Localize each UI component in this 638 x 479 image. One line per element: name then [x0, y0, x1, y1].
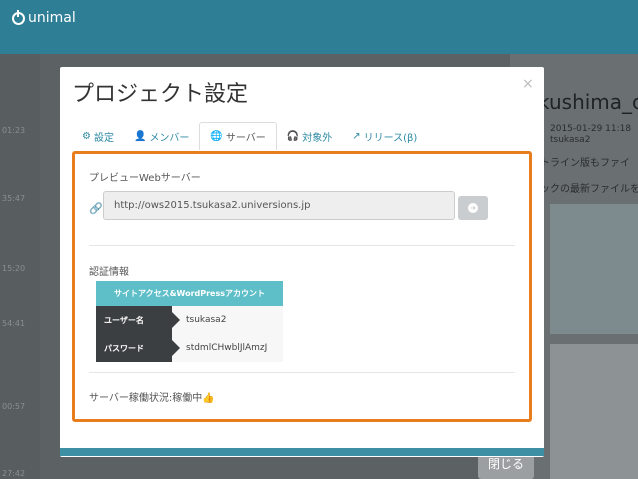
open-url-button[interactable]: ➜: [458, 196, 488, 220]
preview-url-field[interactable]: [103, 191, 455, 220]
tab-server[interactable]: 🌐 サーバー: [199, 122, 277, 150]
logo-text: unimal: [28, 10, 76, 26]
top-bar: unimal: [0, 0, 638, 54]
auth-key: ユーザー名: [96, 306, 180, 334]
bg-thumbnail: [550, 204, 638, 334]
arrow-right-icon: ➜: [468, 203, 478, 213]
tab-label: リリース(β): [363, 132, 418, 144]
external-link-icon: ↗: [352, 130, 361, 142]
tab-label: 設定: [93, 132, 114, 144]
bg-line: トライン版もファイ: [540, 158, 630, 169]
headphones-icon: 🎧: [286, 130, 300, 142]
bg-date: 2015-01-29 11:18: [550, 124, 632, 134]
tab-excluded[interactable]: 🎧 対象外: [277, 122, 342, 150]
thumbs-up-icon: 👍: [202, 393, 215, 404]
user-icon: 👤: [133, 130, 147, 142]
settings-tabs: ⚙ 設定 👤 メンバー 🌐 サーバー 🎧 対象外 ↗ リリース(β): [72, 122, 427, 150]
close-icon[interactable]: ×: [522, 76, 534, 92]
server-status: サーバー稼働状況:稼働中👍: [89, 389, 215, 404]
power-icon: [12, 9, 25, 25]
bg-project-title: kushima_c: [538, 90, 638, 114]
section-divider: [89, 245, 515, 246]
app-logo[interactable]: unimal: [12, 9, 76, 26]
bg-time: 54:41: [2, 319, 26, 328]
link-icon: 🔗: [89, 202, 103, 215]
bg-user: tsukasa2: [550, 135, 591, 145]
tab-settings[interactable]: ⚙ 設定: [72, 122, 124, 150]
bg-thumbnail: [550, 344, 638, 479]
globe-icon: 🌐: [210, 131, 223, 142]
status-text: サーバー稼働状況:稼働中: [89, 393, 203, 404]
auth-value: tsukasa2: [172, 306, 283, 334]
bg-time: 35:47: [2, 194, 26, 203]
auth-value: stdmlCHwblJlAmzJ: [172, 334, 283, 362]
auth-row-password: パスワード stdmlCHwblJlAmzJ: [96, 334, 283, 362]
bg-time: 27:42: [2, 469, 26, 478]
tab-label: サーバー: [225, 133, 266, 144]
gear-icon: ⚙: [82, 130, 91, 142]
bg-time: 15:20: [2, 264, 26, 273]
tab-release[interactable]: ↗ リリース(β): [342, 122, 427, 150]
bg-time: 00:57: [2, 402, 26, 411]
tab-members[interactable]: 👤 メンバー: [124, 122, 199, 150]
auth-row-username: ユーザー名 tsukasa2: [96, 306, 283, 334]
auth-key: パスワード: [96, 334, 180, 362]
tab-label: メンバー: [149, 132, 190, 144]
auth-table-header: サイトアクセス&WordPressアカウント: [96, 281, 283, 306]
bg-line: ックの最新ファイルを: [540, 184, 638, 195]
background-sidebar: 01:23 35:47 15:20 54:41 00:57 27:42: [0, 54, 40, 479]
bg-time: 01:23: [2, 126, 26, 135]
modal-title: プロジェクト設定: [72, 82, 249, 107]
tab-label: 対象外: [302, 132, 333, 144]
section-divider: [89, 372, 515, 373]
auth-title: 認証情報: [89, 267, 129, 278]
preview-server-title: プレビューWebサーバー: [89, 173, 201, 184]
modal-footer-bar: [60, 448, 544, 456]
